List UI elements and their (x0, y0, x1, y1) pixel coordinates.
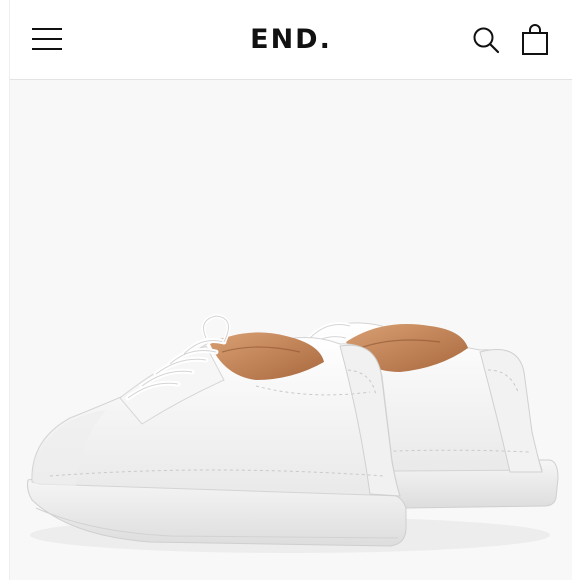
menu-button[interactable] (32, 27, 62, 51)
brand-logo[interactable]: END. (191, 22, 391, 58)
top-nav-bar: END. (10, 0, 572, 80)
left-sneaker (27, 313, 407, 547)
shopping-bag-icon (522, 24, 548, 55)
search-icon (473, 27, 500, 54)
search-button[interactable] (472, 26, 500, 54)
shopping-bag-button[interactable] (521, 24, 549, 56)
hamburger-menu-icon (32, 28, 62, 50)
product-image[interactable] (10, 80, 572, 580)
app-frame: END. (9, 0, 572, 580)
product-image-area (10, 80, 572, 580)
